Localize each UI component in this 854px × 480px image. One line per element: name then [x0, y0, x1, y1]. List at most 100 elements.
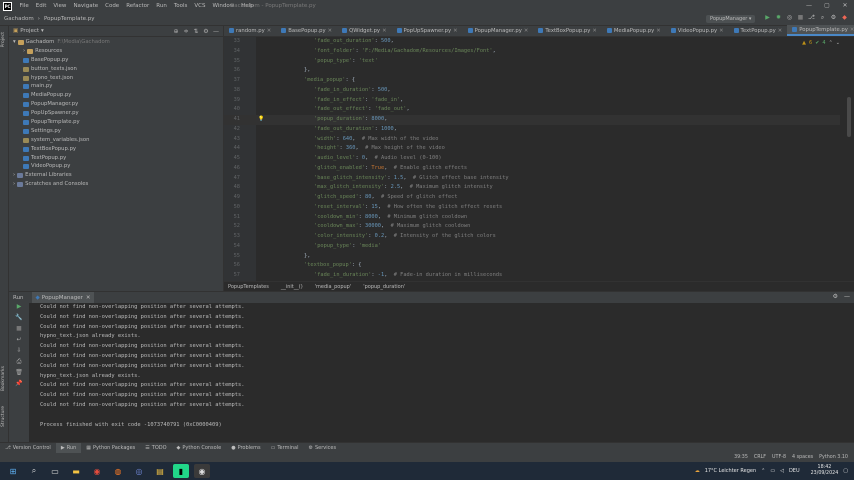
close-icon[interactable]: ✕ — [328, 28, 332, 34]
clock[interactable]: 18:42 23/09/2024 — [806, 465, 839, 477]
code-line[interactable]: 48'max_glitch_intensity': 2.5, # Maximum… — [224, 183, 840, 193]
project-tool-tab[interactable]: Project — [1, 32, 6, 47]
editor-scrollbar[interactable] — [844, 37, 854, 281]
tool-tab-run[interactable]: ▶ Run — [55, 442, 82, 454]
tool-tab-terminal[interactable]: ▭ Terminal — [266, 443, 304, 454]
notification-icon[interactable]: ▢ — [843, 468, 848, 474]
chrome-icon[interactable]: ◉ — [89, 464, 105, 478]
tree-item[interactable]: system_variables.json — [9, 136, 223, 145]
tree-item[interactable]: PopUpSpawner.py — [9, 109, 223, 118]
stop-icon[interactable]: ■ — [795, 14, 806, 22]
code-line[interactable]: 53'color_intensity': 0.2, # Intensity of… — [224, 232, 840, 242]
pycharm-taskbar-icon[interactable]: ▮ — [173, 464, 189, 478]
search-icon[interactable]: ⌕ — [26, 464, 42, 478]
chevron-up-icon[interactable]: ⌃ — [829, 40, 833, 46]
close-icon[interactable]: ✕ — [382, 28, 386, 34]
menu-run[interactable]: Run — [153, 3, 171, 9]
file-explorer-icon[interactable]: ▬ — [68, 464, 84, 478]
menu-vcs[interactable]: VCS — [191, 3, 209, 9]
firefox-icon[interactable]: ◍ — [110, 464, 126, 478]
tree-item[interactable]: › Resources — [9, 47, 223, 56]
code-view[interactable]: 33'fade_out_duration': 500, 34'font_folde… — [224, 37, 840, 281]
menu-code[interactable]: Code — [102, 3, 123, 9]
locate-icon[interactable]: ⊕ — [171, 28, 181, 35]
editor-tab[interactable]: VideoPopup.py ✕ — [666, 25, 729, 36]
collapse-all-icon[interactable]: ≑ — [181, 28, 191, 35]
run-tab-popupmanager[interactable]: ◆ PopupManager ✕ — [31, 292, 95, 303]
tree-item[interactable]: Settings.py — [9, 127, 223, 136]
tree-item[interactable]: TextPopup.py — [9, 154, 223, 163]
code-line[interactable]: 56 'textbox_popup': { — [224, 261, 840, 271]
tree-item[interactable]: BasePopup.py — [9, 56, 223, 65]
debug-icon[interactable]: ✹ — [773, 14, 784, 22]
vcs-icon[interactable]: ⎇ — [806, 14, 817, 22]
close-icon[interactable]: ✕ — [656, 28, 660, 34]
expand-icon[interactable]: › — [23, 47, 25, 56]
chevron-up-icon[interactable]: ⌃ — [761, 468, 765, 474]
expand-icon[interactable]: › — [13, 180, 15, 189]
console-output[interactable]: Could not find non-overlapping position … — [40, 303, 830, 443]
code-line[interactable]: 50'reset_interval': 15, # How often the … — [224, 203, 840, 213]
code-breadcrumb-item[interactable]: __init__() — [281, 284, 303, 290]
code-line[interactable]: 55}, — [224, 252, 840, 262]
editor-tab[interactable]: PopupTemplate.py ✕ — [787, 25, 854, 36]
code-breadcrumb-item[interactable]: PopupTemplates — [228, 284, 269, 290]
settings-icon[interactable]: ⚙ — [828, 14, 839, 22]
warning-icon[interactable]: ▲ 6 — [802, 40, 812, 46]
code-breadcrumb-item[interactable]: 'popup_duration' — [363, 284, 405, 290]
editor-tab[interactable]: PopupManager.py ✕ — [463, 25, 534, 36]
wrench-icon[interactable]: 🔧 — [9, 314, 29, 325]
status-item[interactable]: 39:35 — [734, 455, 748, 460]
nav-project[interactable]: Gachadom — [4, 16, 34, 22]
menu-navigate[interactable]: Navigate — [70, 3, 102, 9]
tree-item[interactable]: PopupTemplate.py — [9, 118, 223, 127]
code-line[interactable]: 33'fade_out_duration': 500, — [224, 37, 840, 47]
close-icon[interactable]: ✕ — [453, 28, 457, 34]
close-icon[interactable]: ✕ — [778, 28, 782, 34]
close-icon[interactable]: ✕ — [524, 28, 528, 34]
editor-tab[interactable]: MediaPopup.py ✕ — [602, 25, 666, 36]
close-icon[interactable]: ✕ — [592, 28, 596, 34]
editor-tab[interactable]: TextBoxPopup.py ✕ — [533, 25, 602, 36]
code-line[interactable]: 41'popup_duration': 8000, 💡 — [224, 115, 840, 125]
tool-tab-version-control[interactable]: ⎇ Version Control — [0, 443, 56, 454]
hide-icon[interactable]: — — [211, 28, 221, 35]
tree-item[interactable]: TextBoxPopup.py — [9, 145, 223, 154]
code-line[interactable]: 47'base_glitch_intensity': 1.5, # Glitch… — [224, 174, 840, 184]
weather-text[interactable]: 17°C Leichter Regen — [705, 468, 756, 474]
tool-tab-todo[interactable]: ☰ TODO — [140, 443, 171, 454]
status-item[interactable]: Python 3.10 — [819, 455, 848, 460]
hide-icon[interactable]: — — [844, 293, 850, 300]
code-line[interactable]: 36}, — [224, 66, 840, 76]
volume-icon[interactable]: ◁ — [780, 468, 784, 474]
print-icon[interactable]: ⎙ — [9, 358, 29, 369]
tree-item[interactable]: hypno_text.json — [9, 74, 223, 83]
soft-wrap-icon[interactable]: ↵ — [9, 336, 29, 347]
minimize-button[interactable]: — — [800, 0, 818, 12]
chevron-down-icon[interactable]: ⌄ — [836, 40, 840, 46]
tree-item[interactable]: button_texts.json — [9, 65, 223, 74]
run-icon[interactable]: ▶ — [762, 14, 773, 22]
close-icon[interactable]: ✕ — [267, 28, 271, 34]
windows-start-icon[interactable]: ⊞ — [5, 464, 21, 478]
code-line[interactable]: 51'cooldown_min': 8000, # Minimum glitch… — [224, 213, 840, 223]
menu-edit[interactable]: Edit — [32, 3, 50, 9]
menu-refactor[interactable]: Refactor — [123, 3, 153, 9]
tree-item[interactable]: main.py — [9, 82, 223, 91]
tree-item[interactable]: PopupManager.py — [9, 100, 223, 109]
tool-tab-problems[interactable]: ● Problems — [226, 443, 265, 454]
pin-icon[interactable]: 📌 — [9, 380, 29, 391]
coverage-icon[interactable]: ◎ — [784, 14, 795, 22]
code-line[interactable]: 45'audio_level': 0, # Audio level (0-100… — [224, 154, 840, 164]
close-icon[interactable]: ✕ — [850, 27, 854, 33]
tree-item[interactable]: VideoPopup.py — [9, 162, 223, 171]
code-line[interactable]: 57'fade_in_duration': -1, # Fade-in dura… — [224, 271, 840, 281]
tool-tab-python-packages[interactable]: ▦ Python Packages — [81, 443, 140, 454]
menu-tools[interactable]: Tools — [170, 3, 191, 9]
code-line[interactable]: 38'fade_in_duration': 500, — [224, 86, 840, 96]
code-line[interactable]: 37 'media_popup': { — [224, 76, 840, 86]
code-line[interactable]: 34'font_folder': 'F:/Media/Gachadom/Reso… — [224, 47, 840, 57]
code-line[interactable]: 40'fade_out_effect': 'fade_out', — [224, 105, 840, 115]
weather-icon[interactable]: ☁ — [695, 468, 700, 474]
editor-tab[interactable]: random.py ✕ — [224, 25, 276, 36]
